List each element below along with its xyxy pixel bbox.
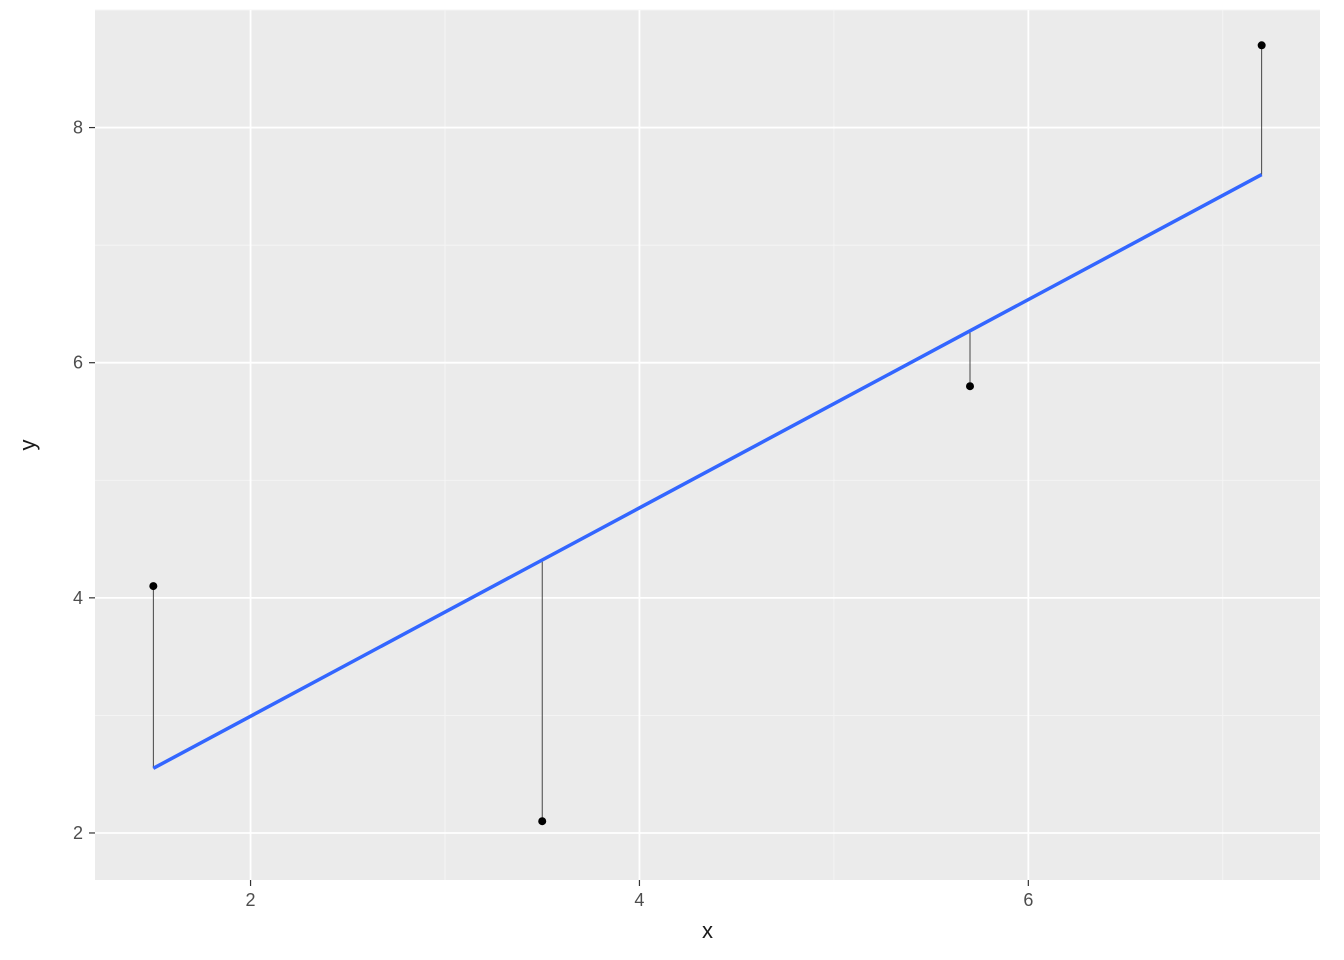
plot-panel [95,10,1320,880]
chart-svg: 2 4 6 2 4 6 8 x y [0,0,1344,960]
x-tick-label: 2 [246,890,256,910]
y-tick-label: 4 [73,588,83,608]
x-tick-label: 6 [1023,890,1033,910]
x-tick-label: 4 [634,890,644,910]
y-tick-label: 8 [73,118,83,138]
data-point [149,582,157,590]
y-tick-label: 6 [73,353,83,373]
chart-container: 2 4 6 2 4 6 8 x y [0,0,1344,960]
data-point [966,382,974,390]
data-point [538,817,546,825]
y-tick-label: 2 [73,823,83,843]
data-point [1258,41,1266,49]
x-axis-title: x [702,918,713,943]
y-axis-title: y [15,440,40,451]
